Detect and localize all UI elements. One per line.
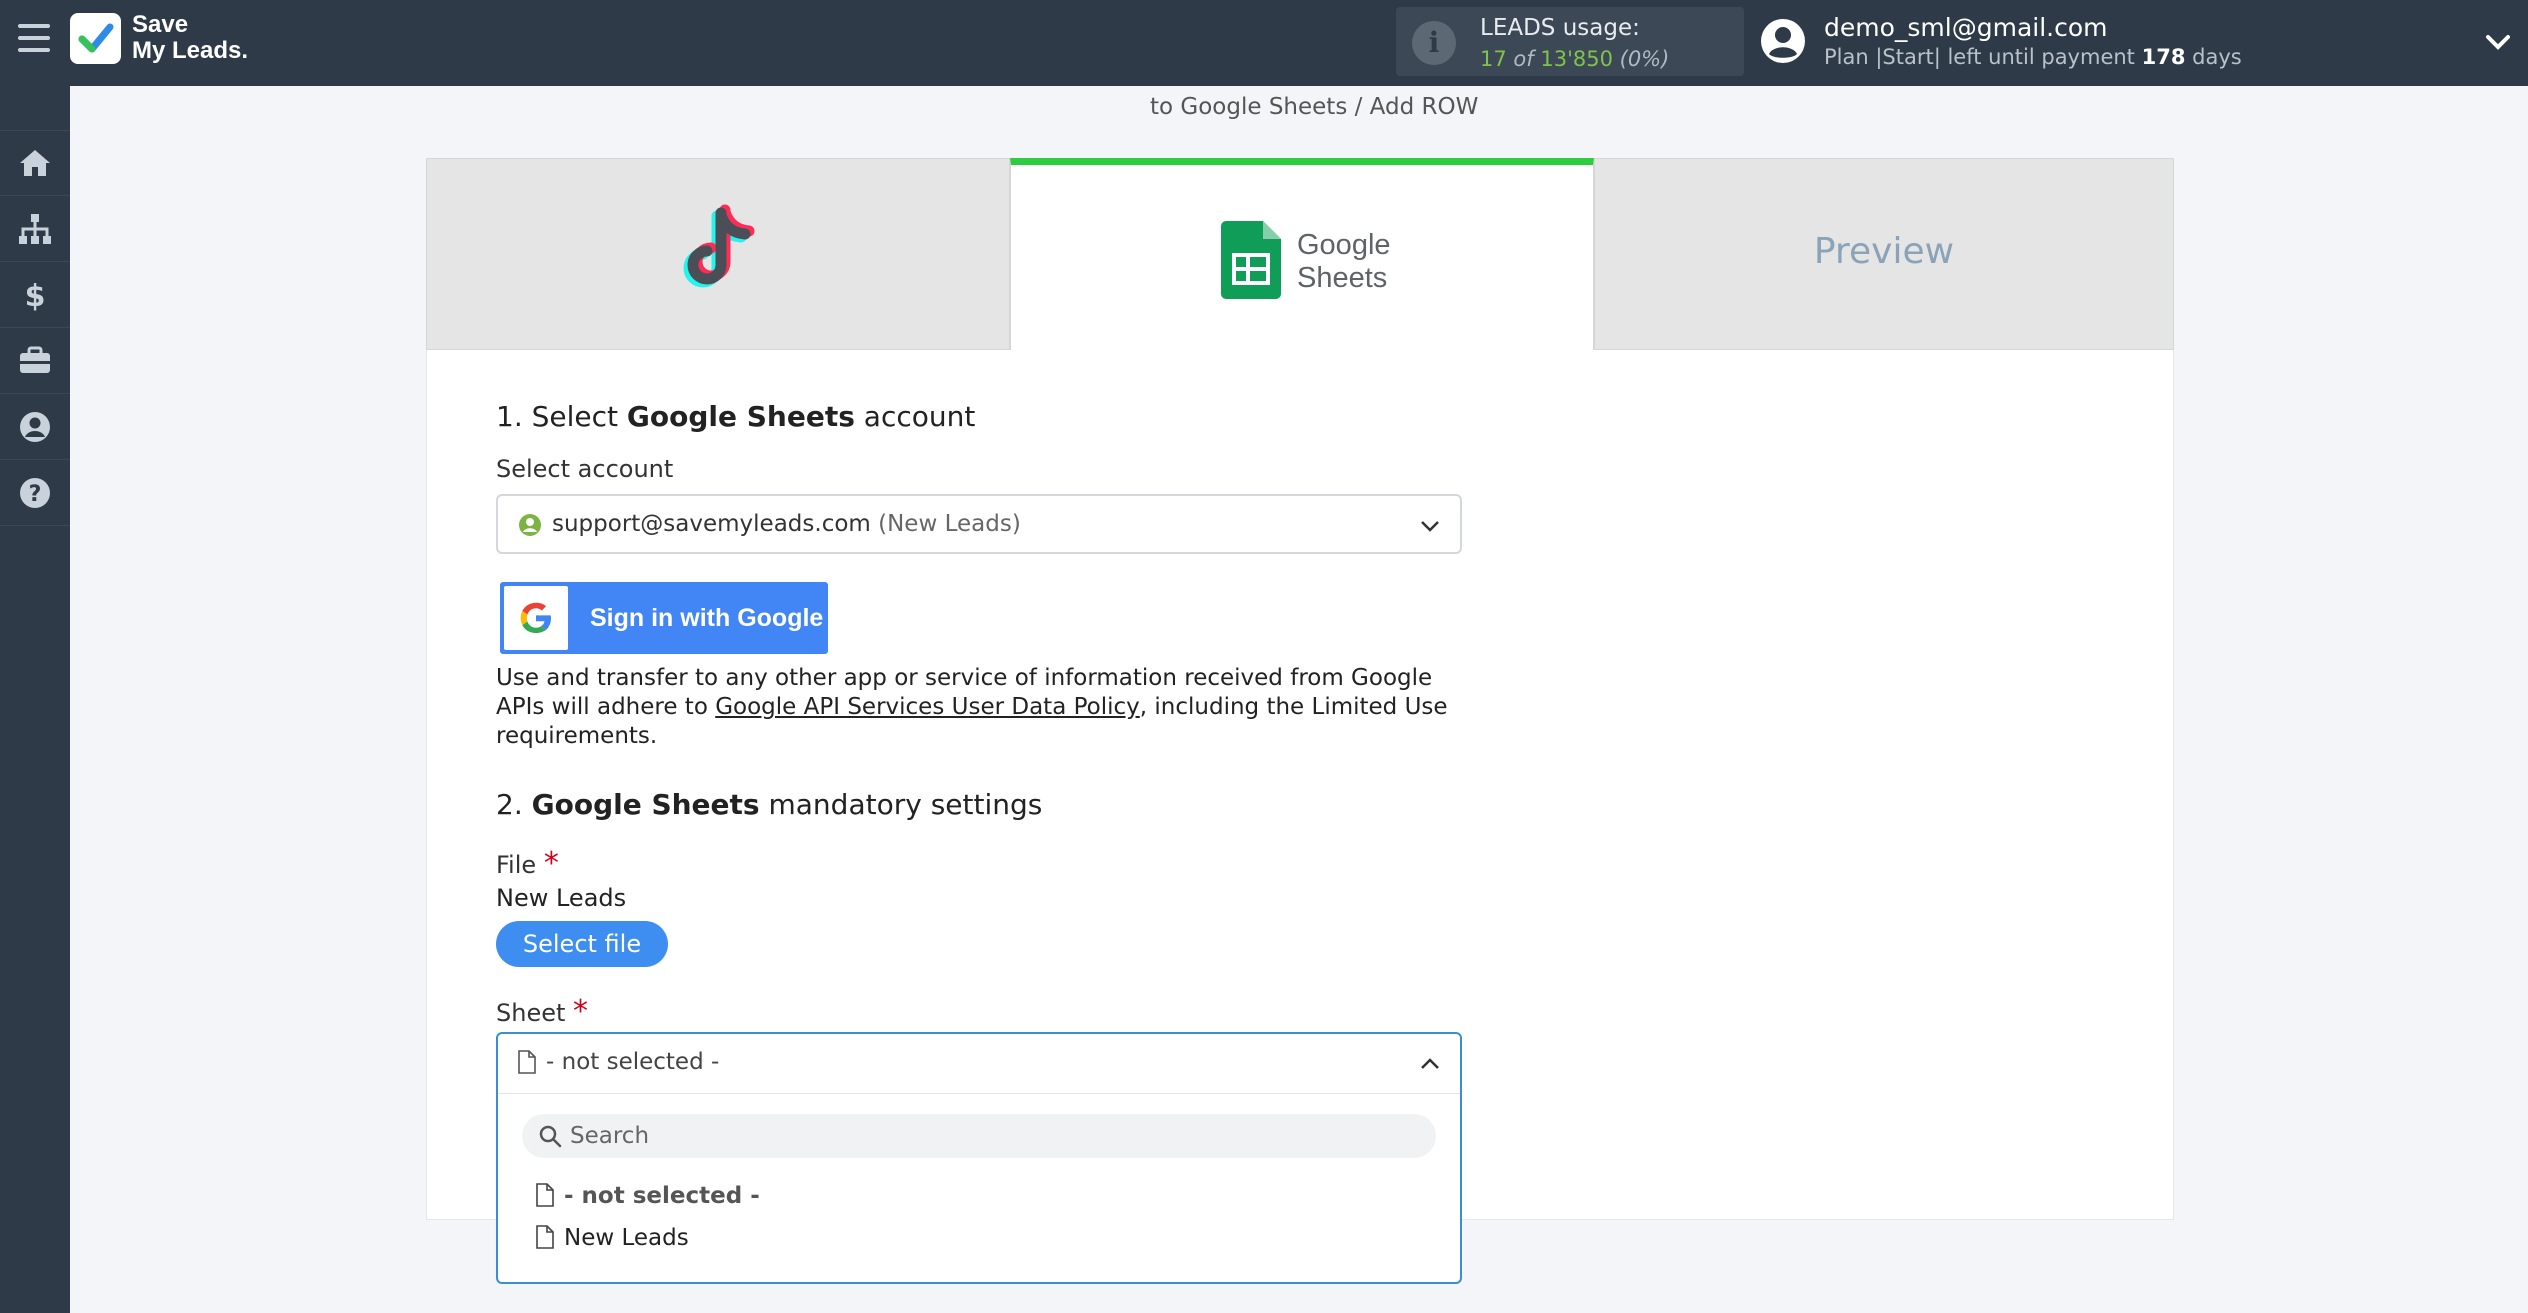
step-tabs: Google Sheets Preview	[426, 158, 2174, 350]
account-icon	[20, 411, 50, 442]
sidebar-item-help[interactable]: ?	[0, 460, 70, 526]
logo-text: Save My Leads.	[132, 11, 249, 64]
svg-text:$: $	[25, 279, 46, 313]
tab-destination-google-sheets[interactable]: Google Sheets	[1010, 158, 1594, 350]
breadcrumb: to Google Sheets / Add ROW	[1150, 94, 1479, 120]
sidebar-item-tools[interactable]	[0, 328, 70, 394]
sitemap-icon	[19, 213, 51, 244]
user-circle-icon	[519, 514, 541, 536]
section-1-heading: 1. Select Google Sheets account	[496, 400, 976, 433]
sidebar-item-account[interactable]	[0, 394, 70, 460]
top-bar: Save My Leads. i LEADS usage: 17 of 13'8…	[0, 0, 2528, 86]
google-sheets-icon	[1221, 221, 1281, 299]
help-icon: ?	[20, 477, 50, 508]
sheet-search-input[interactable]	[570, 1120, 1410, 1152]
chevron-up-icon	[1421, 1058, 1439, 1069]
document-icon	[536, 1183, 554, 1207]
tab-source-tiktok[interactable]	[426, 158, 1010, 350]
sheet-option-new-leads[interactable]: New Leads	[536, 1221, 1416, 1255]
sheet-select-dropdown[interactable]: - not selected - - not selected - New Le…	[496, 1032, 1462, 1284]
usage-count: 17 of 13'850 (0%)	[1480, 47, 1670, 71]
usage-title: LEADS usage:	[1480, 15, 1640, 41]
sheet-select-value: - not selected -	[546, 1049, 720, 1075]
tiktok-icon	[683, 204, 755, 288]
document-icon	[518, 1050, 536, 1074]
required-asterisk: *	[573, 994, 589, 1029]
user-email[interactable]: demo_sml@gmail.com	[1824, 13, 2108, 42]
sidebar-item-home[interactable]	[0, 130, 70, 196]
chevron-down-icon[interactable]	[2484, 28, 2512, 56]
required-asterisk: *	[543, 846, 559, 881]
sheet-label: Sheet *	[496, 994, 589, 1029]
select-file-button[interactable]: Select file	[496, 921, 668, 967]
sheet-search-box[interactable]	[522, 1114, 1436, 1158]
tab-preview[interactable]: Preview	[1594, 158, 2174, 350]
home-icon	[20, 150, 50, 176]
file-value: New Leads	[496, 884, 627, 912]
section-2-heading: 2. Google Sheets mandatory settings	[496, 788, 1043, 821]
chevron-down-icon	[1421, 521, 1439, 532]
briefcase-icon	[20, 346, 50, 373]
google-policy-text: Use and transfer to any other app or ser…	[496, 665, 1448, 749]
leads-usage-panel: i LEADS usage: 17 of 13'850 (0%)	[1396, 7, 1744, 76]
google-g-icon	[504, 586, 568, 650]
sign-in-with-google-label: Sign in with Google	[590, 604, 824, 632]
info-icon: i	[1412, 21, 1456, 65]
dollar-icon: $	[25, 279, 46, 313]
sidebar: $ ?	[0, 86, 70, 1313]
sidebar-item-billing[interactable]: $	[0, 262, 70, 328]
menu-icon[interactable]	[18, 24, 50, 60]
search-icon	[539, 1125, 562, 1148]
google-api-policy-link[interactable]: Google API Services User Data Policy	[715, 694, 1140, 720]
document-icon	[536, 1225, 554, 1249]
google-sheets-wordmark: Google Sheets	[1297, 229, 1391, 294]
tab-preview-label: Preview	[1813, 231, 1955, 272]
sidebar-item-connections[interactable]	[0, 196, 70, 262]
sign-in-with-google-button[interactable]: Sign in with Google	[500, 582, 828, 654]
sheet-select-head[interactable]: - not selected -	[498, 1034, 1460, 1094]
logo-icon[interactable]	[70, 13, 121, 64]
svg-text:?: ?	[29, 482, 42, 507]
account-select[interactable]: support@savemyleads.com (New Leads)	[496, 494, 1462, 554]
select-account-label: Select account	[496, 455, 674, 483]
user-avatar-icon[interactable]	[1760, 18, 1806, 64]
user-plan: Plan |Start| left until payment 178 days	[1824, 45, 2242, 69]
account-select-value: support@savemyleads.com (New Leads)	[552, 511, 1021, 537]
sheet-option-not-selected[interactable]: - not selected -	[536, 1179, 1416, 1213]
file-label: File *	[496, 846, 559, 881]
